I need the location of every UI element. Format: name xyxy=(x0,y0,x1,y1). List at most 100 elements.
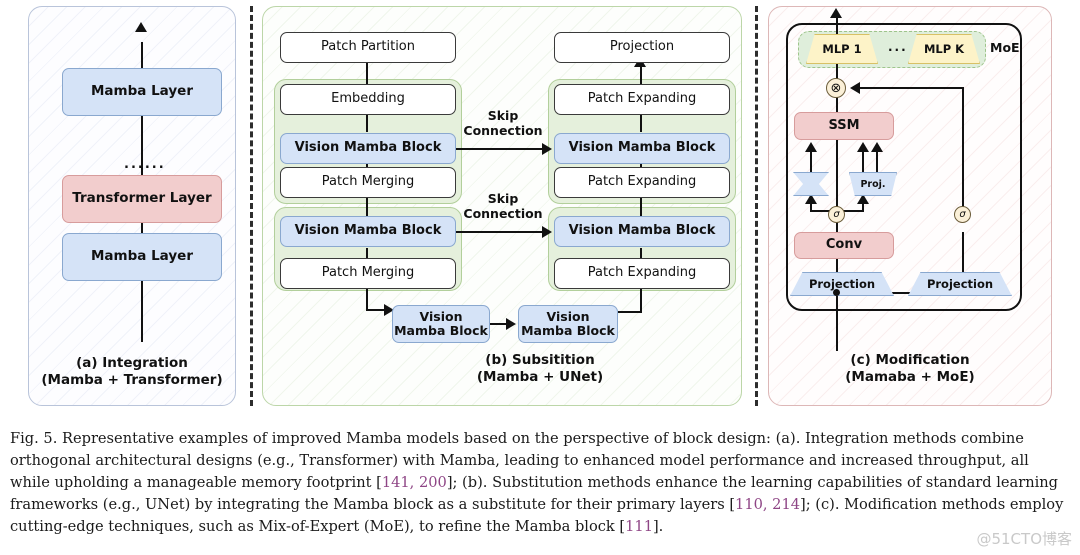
panel-b-caption-line2: (Mamba + UNet) xyxy=(476,369,604,386)
node-ssm: SSM xyxy=(794,112,894,140)
bottleneck-to-dec-line xyxy=(618,311,642,313)
moe-label: MoE xyxy=(990,40,1020,55)
node-mlp-k: MLP K xyxy=(908,34,980,64)
multiply-symbol: ⊗ xyxy=(830,80,842,96)
input-split-dot xyxy=(833,289,840,296)
node-label: Patch Partition xyxy=(320,39,415,55)
node-label: Embedding xyxy=(331,91,405,107)
node-label: Transformer Layer xyxy=(72,190,212,207)
node-mamba-layer-bottom: Mamba Layer xyxy=(62,233,222,281)
panel-c-caption: (c) Modification (Mamaba + MoE) xyxy=(768,352,1052,387)
panel-a-caption: (a) Integration (Mamba + Transformer) xyxy=(28,355,236,390)
sigma-node-right: σ xyxy=(954,206,971,223)
dec-line-6 xyxy=(640,289,642,313)
enc-line-2 xyxy=(366,114,368,132)
gate-to-mult-line xyxy=(858,87,964,89)
moe-ellipsis: ... xyxy=(888,40,908,54)
enc-to-bottleneck-line xyxy=(366,309,386,311)
node-label: Projection xyxy=(609,39,675,55)
node-bottleneck-block-1: Vision Mamba Block xyxy=(392,305,490,343)
node-patch-expanding-1: Patch Expanding xyxy=(554,84,730,115)
node-patch-merging-1: Patch Merging xyxy=(280,167,456,198)
enc-line-4 xyxy=(366,198,368,216)
panel-a-arrowhead xyxy=(135,22,147,32)
skip-label-line2: Connection xyxy=(463,206,543,221)
node-label: Vision Mamba Block xyxy=(568,140,716,156)
skip-label-line1: Skip xyxy=(487,108,519,123)
panel-c-caption-line2: (Mamaba + MoE) xyxy=(845,369,975,386)
sigma-symbol: σ xyxy=(833,209,840,220)
figure-caption-body: Representative examples of improved Mamb… xyxy=(10,430,1063,535)
gate-to-mult-arrow xyxy=(850,82,860,94)
dec-line-2 xyxy=(640,114,642,132)
node-label: Projection xyxy=(926,277,994,291)
watermark: @51CTO博客 xyxy=(976,530,1072,548)
skip-connection-arrow-1 xyxy=(542,143,552,155)
panel-divider-2 xyxy=(755,6,758,406)
ssm-in-arrow-mid xyxy=(857,142,869,152)
node-projection-out: Projection xyxy=(554,32,730,63)
node-label: Vision Mamba Block xyxy=(294,140,442,156)
node-label: SSM xyxy=(828,117,860,133)
panel-c-out-arrow xyxy=(830,8,842,18)
skip-connection-line-1 xyxy=(456,148,544,150)
panel-b-caption: (b) Subsitition (Mamba + UNet) xyxy=(440,352,640,387)
panel-a-caption-line2: (Mamba + Transformer) xyxy=(41,372,223,389)
node-proj-small: Proj. xyxy=(849,172,897,196)
panel-a-ellipsis: ...... xyxy=(124,157,166,172)
node-dec-vision-mamba-block-1: Vision Mamba Block xyxy=(554,133,730,164)
bottleneck-link-arrow xyxy=(506,318,516,330)
node-enc-vision-mamba-block-2: Vision Mamba Block xyxy=(280,216,456,247)
panel-a-input-line xyxy=(141,292,143,342)
multiply-node: ⊗ xyxy=(826,78,846,98)
node-mlp-1: MLP 1 xyxy=(806,34,878,64)
ssm-in-arrow-left xyxy=(805,142,817,152)
node-label: Projection xyxy=(808,277,876,291)
sigma-symbol: σ xyxy=(959,209,966,220)
node-label: Vision Mamba Block xyxy=(521,308,615,338)
dec-line-4 xyxy=(640,198,642,216)
enc-line-1 xyxy=(366,63,368,85)
node-patch-merging-2: Patch Merging xyxy=(280,258,456,289)
node-mamba-layer-top: Mamba Layer xyxy=(62,68,222,116)
panel-b-caption-line1: (b) Subsitition xyxy=(485,352,595,368)
node-conv: Conv xyxy=(794,232,894,259)
skip-label-line2: Connection xyxy=(463,123,543,138)
node-label: Patch Expanding xyxy=(587,91,697,107)
panel-a-caption-line1: (a) Integration xyxy=(76,355,188,371)
node-label: Vision Mamba Block xyxy=(294,223,442,239)
node-projection-right: Projection xyxy=(908,272,1012,296)
node-label: MLP 1 xyxy=(822,42,862,56)
skip-connection-label-2: Skip Connection xyxy=(460,191,546,221)
ssm-in-line-left xyxy=(810,150,812,174)
ssm-in-arrow-right xyxy=(871,142,883,152)
figure-caption-label: Fig. 5. xyxy=(10,430,58,447)
ssm-in-line-mid xyxy=(862,150,864,174)
skip-connection-arrow-2 xyxy=(542,226,552,238)
node-label: Conv xyxy=(825,237,863,253)
node-enc-vision-mamba-block-1: Vision Mamba Block xyxy=(280,133,456,164)
gate-branch-upper xyxy=(962,87,964,212)
caption-text: ]. xyxy=(652,517,664,535)
node-label: Patch Merging xyxy=(321,265,415,281)
node-label: Patch Expanding xyxy=(587,174,697,190)
node-label: Mamba Layer xyxy=(91,83,193,100)
node-patch-expanding-2: Patch Expanding xyxy=(554,167,730,198)
node-patch-partition: Patch Partition xyxy=(280,32,456,63)
figure-caption: Fig. 5. Representative examples of impro… xyxy=(10,428,1070,537)
node-embedding: Embedding xyxy=(280,84,456,115)
panel-c-caption-line1: (c) Modification xyxy=(850,352,970,368)
citation-ref[interactable]: 110, 214 xyxy=(735,496,800,513)
citation-ref[interactable]: 141, 200 xyxy=(382,474,447,491)
node-label: Vision Mamba Block xyxy=(394,308,488,338)
node-label: Patch Merging xyxy=(321,174,415,190)
panel-divider-1 xyxy=(250,6,253,406)
node-label: Proj. xyxy=(860,178,886,190)
citation-ref[interactable]: 111 xyxy=(625,518,653,535)
node-label: Patch Expanding xyxy=(587,265,697,281)
node-label: Vision Mamba Block xyxy=(568,223,716,239)
skip-connection-line-2 xyxy=(456,231,544,233)
node-projection-left: Projection xyxy=(790,272,894,296)
node-transformer-layer: Transformer Layer xyxy=(62,175,222,223)
ssm-in-line-right xyxy=(876,150,878,174)
